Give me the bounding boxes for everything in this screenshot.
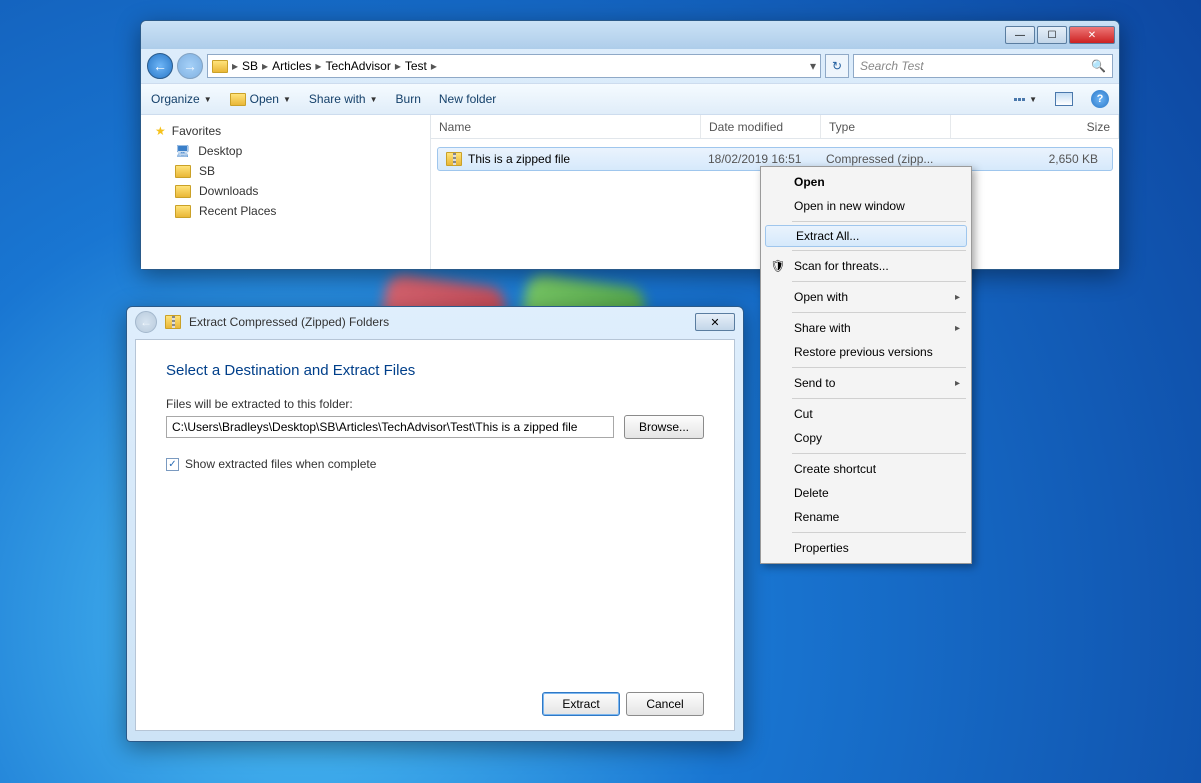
folder-open-icon	[230, 93, 246, 106]
col-type[interactable]: Type	[821, 115, 951, 138]
ctx-create-shortcut[interactable]: Create shortcut	[764, 457, 968, 481]
ctx-open-with[interactable]: Open with	[764, 285, 968, 309]
ctx-send-to[interactable]: Send to	[764, 371, 968, 395]
folder-icon	[175, 165, 191, 178]
help-icon: ?	[1091, 90, 1109, 108]
shield-icon: 🛡	[770, 258, 786, 274]
ctx-separator	[792, 453, 966, 454]
crumb-sb[interactable]: SB	[238, 59, 262, 73]
checkbox-label: Show extracted files when complete	[185, 457, 376, 471]
view-options-button[interactable]: ▼	[1014, 95, 1037, 104]
dialog-body: Select a Destination and Extract Files F…	[135, 339, 735, 731]
minimize-button[interactable]: —	[1005, 26, 1035, 44]
context-menu: Open Open in new window Extract All... 🛡…	[760, 166, 972, 564]
ctx-separator	[792, 312, 966, 313]
organize-button[interactable]: Organize ▼	[151, 92, 212, 106]
command-bar: Organize ▼ Open ▼ Share with ▼ Burn New …	[141, 83, 1119, 115]
sidebar-item-downloads[interactable]: Downloads	[141, 181, 430, 201]
show-files-checkbox[interactable]: ✓	[166, 458, 179, 471]
sidebar-item-recent[interactable]: Recent Places	[141, 201, 430, 221]
burn-button[interactable]: Burn	[396, 92, 421, 106]
folder-icon	[212, 60, 228, 73]
maximize-button[interactable]: ☐	[1037, 26, 1067, 44]
search-placeholder: Search Test	[860, 59, 924, 73]
crumb-articles[interactable]: Articles	[268, 59, 315, 73]
dialog-heading: Select a Destination and Extract Files	[166, 362, 704, 379]
col-size[interactable]: Size	[951, 115, 1119, 138]
share-with-button[interactable]: Share with ▼	[309, 92, 378, 106]
destination-path-input[interactable]	[166, 416, 614, 438]
search-icon: 🔍	[1091, 59, 1106, 73]
open-button[interactable]: Open ▼	[230, 92, 291, 106]
preview-pane-button[interactable]	[1055, 92, 1073, 106]
breadcrumb-bar[interactable]: ▸ SB▸ Articles▸ TechAdvisor▸ Test▸ ▾	[207, 54, 821, 78]
help-button[interactable]: ?	[1091, 90, 1109, 108]
back-button[interactable]: ←	[147, 53, 173, 79]
ctx-scan-threats[interactable]: 🛡Scan for threats...	[764, 254, 968, 278]
refresh-button[interactable]: ↻	[825, 54, 849, 78]
favorites-header[interactable]: ★Favorites	[141, 121, 430, 141]
file-size: 2,650 KB	[946, 152, 1112, 166]
folder-icon	[175, 185, 191, 198]
ctx-open[interactable]: Open	[764, 170, 968, 194]
nav-row: ← → ▸ SB▸ Articles▸ TechAdvisor▸ Test▸ ▾…	[141, 49, 1119, 83]
search-input[interactable]: Search Test 🔍	[853, 54, 1113, 78]
ctx-delete[interactable]: Delete	[764, 481, 968, 505]
ctx-separator	[792, 367, 966, 368]
ctx-separator	[792, 221, 966, 222]
ctx-separator	[792, 281, 966, 282]
explorer-window: — ☐ ✕ ← → ▸ SB▸ Articles▸ TechAdvisor▸ T…	[140, 20, 1120, 270]
titlebar[interactable]: — ☐ ✕	[141, 21, 1119, 49]
cancel-button[interactable]: Cancel	[626, 692, 704, 716]
file-type: Compressed (zipp...	[818, 152, 946, 166]
dialog-close-button[interactable]: ✕	[695, 313, 735, 331]
dialog-back-button[interactable]: ←	[135, 311, 157, 333]
ctx-restore-versions[interactable]: Restore previous versions	[764, 340, 968, 364]
ctx-share-with[interactable]: Share with	[764, 316, 968, 340]
ctx-cut[interactable]: Cut	[764, 402, 968, 426]
close-button[interactable]: ✕	[1069, 26, 1115, 44]
pane-icon	[1055, 92, 1073, 106]
crumb-techadvisor[interactable]: TechAdvisor	[321, 59, 394, 73]
column-headers[interactable]: Name Date modified Type Size	[431, 115, 1119, 139]
ctx-rename[interactable]: Rename	[764, 505, 968, 529]
ctx-separator	[792, 398, 966, 399]
zip-icon	[165, 315, 181, 329]
ctx-copy[interactable]: Copy	[764, 426, 968, 450]
browse-button[interactable]: Browse...	[624, 415, 704, 439]
new-folder-button[interactable]: New folder	[439, 92, 496, 106]
recent-icon	[175, 205, 191, 218]
file-date: 18/02/2019 16:51	[700, 152, 818, 166]
ctx-separator	[792, 532, 966, 533]
sidebar-item-sb[interactable]: SB	[141, 161, 430, 181]
nav-sidebar: ★Favorites 🖥Desktop SB Downloads Recent …	[141, 115, 431, 269]
star-icon: ★	[155, 124, 166, 138]
crumb-test[interactable]: Test	[401, 59, 431, 73]
zip-icon	[446, 152, 462, 166]
col-date[interactable]: Date modified	[701, 115, 821, 138]
dialog-title: Extract Compressed (Zipped) Folders	[189, 315, 389, 329]
forward-button[interactable]: →	[177, 53, 203, 79]
col-name[interactable]: Name	[431, 115, 701, 138]
file-name: This is a zipped file	[468, 152, 570, 166]
desktop-icon: 🖥	[175, 144, 190, 158]
ctx-separator	[792, 250, 966, 251]
ctx-properties[interactable]: Properties	[764, 536, 968, 560]
path-label: Files will be extracted to this folder:	[166, 397, 704, 411]
extract-button[interactable]: Extract	[542, 692, 620, 716]
ctx-open-new-window[interactable]: Open in new window	[764, 194, 968, 218]
ctx-extract-all[interactable]: Extract All...	[765, 225, 967, 247]
sidebar-item-desktop[interactable]: 🖥Desktop	[141, 141, 430, 161]
dialog-titlebar[interactable]: ← Extract Compressed (Zipped) Folders ✕	[127, 307, 743, 337]
extract-dialog: ← Extract Compressed (Zipped) Folders ✕ …	[126, 306, 744, 742]
